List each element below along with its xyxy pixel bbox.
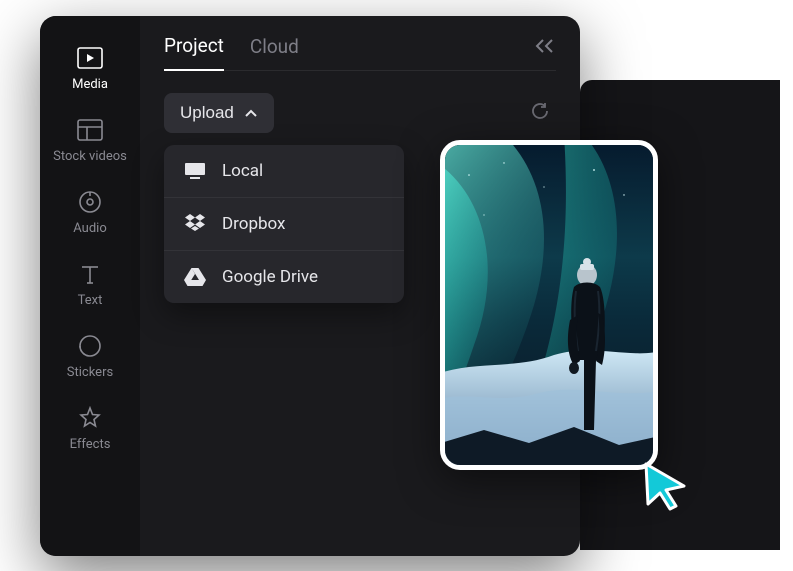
upload-option-google-drive[interactable]: Google Drive	[164, 250, 404, 303]
stickers-icon	[78, 333, 102, 359]
stock-videos-icon	[77, 117, 103, 143]
google-drive-icon	[184, 267, 206, 287]
upload-option-local[interactable]: Local	[164, 145, 404, 197]
sidebar-item-label: Text	[78, 293, 103, 308]
collapse-panel-button[interactable]	[534, 36, 556, 61]
sidebar-item-stock-videos[interactable]: Stock videos	[40, 104, 140, 176]
menu-item-label: Local	[222, 161, 263, 181]
sidebar-item-label: Effects	[70, 437, 111, 452]
tab-bar: Project Cloud	[164, 34, 556, 71]
upload-option-dropbox[interactable]: Dropbox	[164, 197, 404, 250]
media-thumbnail[interactable]	[440, 140, 658, 470]
effects-icon	[78, 405, 102, 431]
upload-dropdown-menu: Local Dropbox Google Drive	[164, 145, 404, 303]
sidebar-item-label: Stickers	[67, 365, 113, 380]
text-icon	[79, 261, 101, 287]
sidebar: Media Stock videos Audio Text Stickers	[40, 16, 140, 556]
menu-item-label: Dropbox	[222, 214, 286, 234]
sidebar-item-label: Audio	[73, 221, 106, 236]
sidebar-item-audio[interactable]: Audio	[40, 176, 140, 248]
sidebar-item-label: Media	[72, 77, 108, 92]
toolbar: Upload	[164, 93, 556, 133]
sidebar-item-text[interactable]: Text	[40, 248, 140, 320]
sidebar-item-media[interactable]: Media	[40, 32, 140, 104]
sidebar-item-stickers[interactable]: Stickers	[40, 320, 140, 392]
refresh-button[interactable]	[524, 95, 556, 131]
upload-button-label: Upload	[180, 103, 234, 123]
sidebar-item-label: Stock videos	[53, 149, 127, 164]
monitor-icon	[184, 162, 206, 180]
tab-cloud[interactable]: Cloud	[250, 35, 299, 70]
media-icon	[77, 45, 103, 71]
menu-item-label: Google Drive	[222, 267, 318, 287]
cursor-pointer-icon	[640, 460, 692, 512]
tab-project[interactable]: Project	[164, 34, 224, 71]
sidebar-item-effects[interactable]: Effects	[40, 392, 140, 464]
audio-icon	[78, 189, 102, 215]
chevron-up-icon	[244, 103, 258, 123]
dropbox-icon	[184, 214, 206, 234]
upload-button[interactable]: Upload	[164, 93, 274, 133]
